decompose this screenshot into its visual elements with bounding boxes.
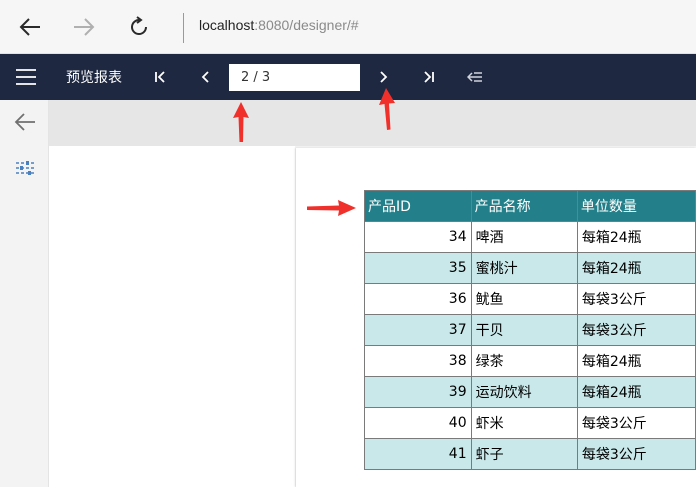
browser-bar: localhost:8080/designer/# [0, 0, 696, 54]
annotation-arrow-table [307, 200, 356, 216]
side-strip [0, 100, 49, 487]
address-host: localhost [199, 17, 255, 33]
annotation-arrow-next-page [379, 88, 395, 130]
last-page-icon [424, 71, 434, 83]
collapse-sidebar-icon [467, 72, 482, 82]
table-header-row: 产品ID 产品名称 单位数量 [364, 190, 696, 222]
chevron-right-icon [380, 71, 388, 83]
header-unit-quantity: 单位数量 [576, 190, 696, 222]
collapse-sidebar-button[interactable] [464, 54, 486, 100]
cell-product-name: 虾米 [470, 407, 578, 439]
cell-unit-quantity: 每箱24瓶 [576, 252, 696, 284]
cell-product-name: 啤酒 [470, 221, 578, 253]
browser-forward-button[interactable] [68, 11, 100, 43]
first-page-button[interactable] [149, 54, 171, 100]
cell-product-name: 运动饮料 [470, 376, 578, 408]
refresh-icon [131, 16, 148, 36]
arrow-left-icon [14, 113, 35, 131]
cell-product-id: 38 [364, 345, 472, 377]
previous-page-button[interactable] [196, 54, 216, 100]
cell-product-id: 41 [364, 438, 472, 470]
cell-unit-quantity: 每袋3公斤 [576, 438, 696, 470]
browser-back-button[interactable] [14, 11, 46, 43]
arrow-right-icon [74, 18, 95, 36]
cell-product-name: 鱿鱼 [470, 283, 578, 315]
canvas-header-band [49, 100, 696, 146]
header-product-name: 产品名称 [470, 190, 578, 222]
chevron-left-icon [201, 71, 209, 83]
cell-product-id: 35 [364, 252, 472, 284]
table-row: 39 运动饮料 每箱24瓶 [364, 376, 696, 408]
cell-product-id: 37 [364, 314, 472, 346]
toolbar-title: 预览报表 [66, 70, 122, 86]
table-row: 34 啤酒 每箱24瓶 [364, 221, 696, 253]
cell-unit-quantity: 每箱24瓶 [576, 221, 696, 253]
browser-refresh-button[interactable] [123, 11, 155, 43]
hamburger-menu-icon [16, 69, 36, 85]
table-row: 36 鱿鱼 每袋3公斤 [364, 283, 696, 315]
header-product-id: 产品ID [364, 190, 472, 222]
address-separator [183, 13, 184, 43]
report-table: 产品ID 产品名称 单位数量 34 啤酒 每箱24瓶 35 蜜桃汁 每箱24瓶 … [364, 190, 696, 470]
report-toolbar: 预览报表 [0, 54, 696, 100]
parameters-button[interactable] [9, 152, 41, 184]
cell-unit-quantity: 每箱24瓶 [576, 376, 696, 408]
cell-product-name: 虾子 [470, 438, 578, 470]
last-page-button[interactable] [418, 54, 440, 100]
cell-product-id: 39 [364, 376, 472, 408]
cell-product-id: 34 [364, 221, 472, 253]
address-bar[interactable]: localhost:8080/designer/# [199, 17, 359, 33]
table-row: 41 虾子 每袋3公斤 [364, 438, 696, 470]
first-page-icon [155, 71, 165, 83]
page-number-input[interactable] [229, 64, 360, 91]
cell-unit-quantity: 每袋3公斤 [576, 407, 696, 439]
cell-unit-quantity: 每袋3公斤 [576, 283, 696, 315]
address-path: :8080/designer/# [254, 17, 359, 33]
table-row: 38 绿茶 每箱24瓶 [364, 345, 696, 377]
cell-product-id: 40 [364, 407, 472, 439]
cell-product-id: 36 [364, 283, 472, 315]
table-row: 40 虾米 每袋3公斤 [364, 407, 696, 439]
canvas-blank-area [49, 146, 295, 487]
cell-product-name: 干贝 [470, 314, 578, 346]
side-back-button[interactable] [9, 106, 41, 138]
menu-button[interactable] [10, 54, 42, 100]
cell-unit-quantity: 每袋3公斤 [576, 314, 696, 346]
cell-product-name: 绿茶 [470, 345, 578, 377]
table-row: 35 蜜桃汁 每箱24瓶 [364, 252, 696, 284]
arrow-left-icon [19, 18, 40, 36]
annotation-arrow-page-input [233, 102, 249, 142]
table-row: 37 干贝 每袋3公斤 [364, 314, 696, 346]
cell-unit-quantity: 每箱24瓶 [576, 345, 696, 377]
parameters-icon [16, 161, 34, 175]
cell-product-name: 蜜桃汁 [470, 252, 578, 284]
